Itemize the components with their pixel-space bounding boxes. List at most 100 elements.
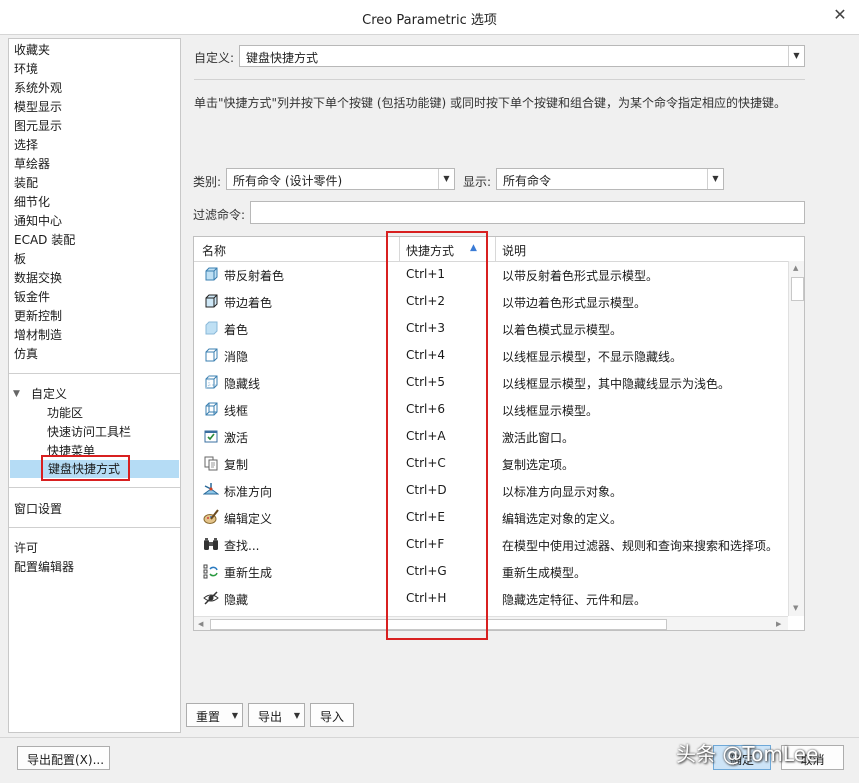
tree-expand-icon[interactable]: ▼ <box>13 389 20 399</box>
sidebar-item-ribbon[interactable]: 功能区 <box>47 404 83 422</box>
watermark-text: 头条 @TomLee <box>676 742 819 766</box>
customize-label: 自定义: <box>194 51 235 65</box>
sidebar-item-update-control[interactable]: 更新控制 <box>14 307 62 325</box>
table-row[interactable]: 带边着色 Ctrl+2 以带边着色形式显示模型。 <box>194 288 790 315</box>
table-row[interactable]: 隐藏 Ctrl+H 隐藏选定特征、元件和层。 <box>194 585 790 612</box>
table-row[interactable]: 重新生成 Ctrl+G 重新生成模型。 <box>194 558 790 585</box>
close-icon[interactable]: ✕ <box>831 6 849 24</box>
sidebar-item-entity-display[interactable]: 图元显示 <box>14 117 62 135</box>
sidebar-item-license[interactable]: 许可 <box>14 539 38 557</box>
category-dropdown[interactable]: 所有命令 (设计零件) ▼ <box>226 168 455 190</box>
activate-icon <box>204 430 218 443</box>
chevron-down-icon: ▼ <box>438 169 454 189</box>
filter-label: 过滤命令: <box>193 208 246 222</box>
divider <box>194 79 805 80</box>
sidebar-item-ecad-assembly[interactable]: ECAD 装配 <box>14 231 75 249</box>
highlight-box-shortcut-column <box>386 231 488 640</box>
command-name: 编辑定义 <box>224 512 273 526</box>
sidebar-divider <box>9 527 180 528</box>
scroll-right-icon[interactable]: ▶ <box>776 620 781 628</box>
filter-input[interactable] <box>250 201 805 224</box>
sidebar-item-selection[interactable]: 选择 <box>14 136 38 154</box>
export-button[interactable]: 导出 ▼ <box>248 703 305 727</box>
scroll-up-icon[interactable]: ▲ <box>793 264 798 272</box>
import-button-label: 导入 <box>320 710 345 724</box>
command-name: 带边着色 <box>224 296 273 310</box>
window-title: Creo Parametric 选项 <box>362 13 497 28</box>
sidebar-item-data-exchange[interactable]: 数据交换 <box>14 269 62 287</box>
reset-button-label: 重置 <box>196 710 221 724</box>
sidebar-item-notification-center[interactable]: 通知中心 <box>14 212 62 230</box>
sidebar-item-additive-manufacturing[interactable]: 增材制造 <box>14 326 62 344</box>
horizontal-scrollbar[interactable]: ◀ ▶ <box>194 616 788 630</box>
sidebar-item-system-appearance[interactable]: 系统外观 <box>14 79 62 97</box>
reset-button[interactable]: 重置 ▼ <box>186 703 243 727</box>
table-row[interactable]: 隐藏线 Ctrl+5 以线框显示模型，其中隐藏线显示为浅色。 <box>194 369 790 396</box>
standard-orientation-icon <box>203 483 219 495</box>
table-header: 名称 快捷方式 ▲ 说明 <box>194 237 804 262</box>
scroll-thumb[interactable] <box>791 277 804 301</box>
vertical-scrollbar[interactable]: ▲ ▼ <box>788 261 804 616</box>
category-label: 类别: <box>193 175 222 189</box>
table-row[interactable]: 带反射着色 Ctrl+1 以带反射着色形式显示模型。 <box>194 261 790 288</box>
chevron-down-icon: ▼ <box>788 46 804 66</box>
sidebar-item-simulation[interactable]: 仿真 <box>14 345 38 363</box>
command-name: 查找... <box>224 539 260 553</box>
command-name: 重新生成 <box>224 566 273 580</box>
command-description: 以线框显示模型，其中隐藏线显示为浅色。 <box>502 377 731 391</box>
table-row[interactable]: 消隐 Ctrl+4 以线框显示模型，不显示隐藏线。 <box>194 342 790 369</box>
command-name: 复制 <box>224 458 249 472</box>
sidebar-item-customize[interactable]: 自定义 <box>31 385 67 403</box>
display-dropdown[interactable]: 所有命令 ▼ <box>496 168 724 190</box>
sidebar-item-detailing[interactable]: 细节化 <box>14 193 50 211</box>
title-bar: Creo Parametric 选项 ✕ <box>0 0 859 35</box>
table-row[interactable]: 复制 Ctrl+C 复制选定项。 <box>194 450 790 477</box>
export-config-button[interactable]: 导出配置(X)... <box>17 746 110 770</box>
shaded-edges-icon <box>205 294 218 308</box>
command-description: 编辑选定对象的定义。 <box>502 512 623 526</box>
sidebar: 收藏夹 环境 系统外观 模型显示 图元显示 选择 草绘器 装配 细节化 通知中心… <box>8 38 181 733</box>
scroll-left-icon[interactable]: ◀ <box>198 620 203 628</box>
sidebar-item-environment[interactable]: 环境 <box>14 60 38 78</box>
column-divider[interactable] <box>495 237 496 261</box>
column-header-name[interactable]: 名称 <box>202 242 226 259</box>
command-name: 带反射着色 <box>224 269 285 283</box>
command-description: 以标准方向显示对象。 <box>502 485 623 499</box>
sidebar-item-favorites[interactable]: 收藏夹 <box>14 41 50 59</box>
highlight-box-keyboard-shortcuts <box>41 455 130 481</box>
table-row[interactable]: 着色 Ctrl+3 以着色模式显示模型。 <box>194 315 790 342</box>
command-description: 复制选定项。 <box>502 458 575 472</box>
import-button[interactable]: 导入 <box>310 703 354 727</box>
table-row[interactable]: 激活 Ctrl+A 激活此窗口。 <box>194 423 790 450</box>
scroll-down-icon[interactable]: ▼ <box>793 604 798 612</box>
sidebar-item-config-editor[interactable]: 配置编辑器 <box>14 558 74 576</box>
chevron-down-icon[interactable]: ▼ <box>294 711 300 720</box>
sidebar-divider <box>9 373 180 374</box>
sidebar-item-model-display[interactable]: 模型显示 <box>14 98 62 116</box>
sidebar-divider <box>9 487 180 488</box>
table-row[interactable]: 编辑定义 Ctrl+E 编辑选定对象的定义。 <box>194 504 790 531</box>
command-name: 激活 <box>224 431 249 445</box>
sidebar-item-quick-access-toolbar[interactable]: 快速访问工具栏 <box>47 423 131 441</box>
table-row[interactable]: 线框 Ctrl+6 以线框显示模型。 <box>194 396 790 423</box>
sidebar-item-window-settings[interactable]: 窗口设置 <box>14 500 62 518</box>
customize-dropdown[interactable]: 键盘快捷方式 ▼ <box>239 45 805 67</box>
command-name: 标准方向 <box>224 485 273 499</box>
sidebar-item-assembly[interactable]: 装配 <box>14 174 38 192</box>
hidden-line-icon <box>205 375 218 389</box>
wireframe-icon <box>205 402 218 416</box>
sidebar-item-board[interactable]: 板 <box>14 250 26 268</box>
instructions-text: 单击"快捷方式"列并按下单个按键 (包括功能键) 或同时按下单个按键和组合键，为… <box>194 96 787 110</box>
command-name: 隐藏 <box>224 593 249 607</box>
sidebar-item-sheetmetal[interactable]: 钣金件 <box>14 288 50 306</box>
chevron-down-icon: ▼ <box>707 169 723 189</box>
command-description: 在模型中使用过滤器、规则和查询来搜索和选择项。 <box>502 539 779 553</box>
binoculars-icon <box>204 538 218 550</box>
customize-value: 键盘快捷方式 <box>246 51 319 65</box>
sidebar-item-sketcher[interactable]: 草绘器 <box>14 155 50 173</box>
command-description: 以线框显示模型，不显示隐藏线。 <box>502 350 683 364</box>
table-row[interactable]: 查找... Ctrl+F 在模型中使用过滤器、规则和查询来搜索和选择项。 <box>194 531 790 558</box>
table-row[interactable]: 标准方向 Ctrl+D 以标准方向显示对象。 <box>194 477 790 504</box>
column-header-description[interactable]: 说明 <box>502 242 526 259</box>
chevron-down-icon[interactable]: ▼ <box>232 711 238 720</box>
